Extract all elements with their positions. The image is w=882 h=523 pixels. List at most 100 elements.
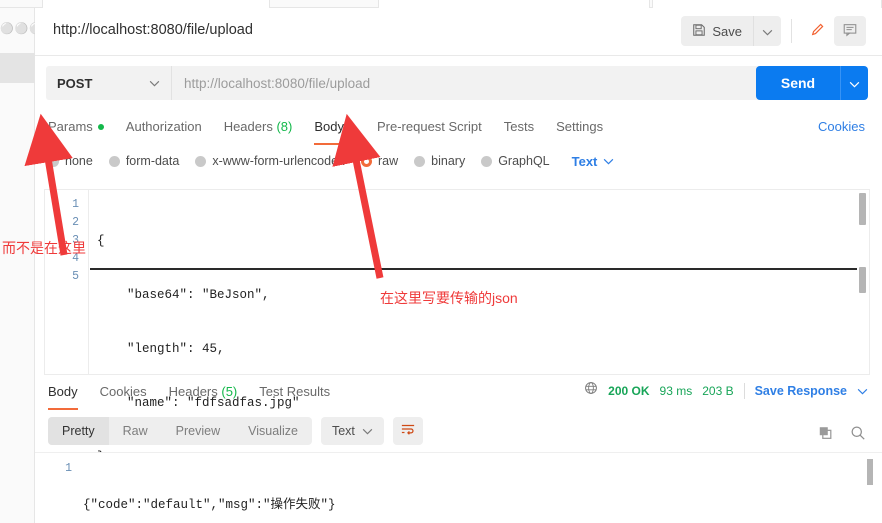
params-modified-dot	[97, 124, 104, 131]
body-type-row: none form-data x-www-form-urlencoded raw…	[35, 147, 882, 175]
postman-window: ⚪⚪⚪ http://localhost:8080/file/upload Sa…	[0, 0, 882, 523]
url-input[interactable]	[171, 66, 793, 100]
body-type-none-label: none	[65, 154, 93, 168]
more-horizontal-icon[interactable]: ⚪⚪⚪	[0, 24, 43, 35]
request-body-editor[interactable]: 1 2 3 4 5 { "base64": "BeJson", "length"…	[44, 189, 870, 464]
editor-scrollbar[interactable]	[858, 191, 868, 373]
copy-icon[interactable]	[818, 425, 834, 446]
url-bar: POST Send	[35, 56, 882, 110]
body-type-raw[interactable]: raw	[361, 154, 398, 168]
view-pretty[interactable]: Pretty	[48, 417, 109, 445]
response-tab-test-results[interactable]: Test Results	[259, 384, 330, 401]
body-type-binary[interactable]: binary	[414, 154, 465, 168]
search-icon[interactable]	[850, 425, 866, 446]
response-size: 203 B	[702, 383, 734, 398]
response-scroll-thumb[interactable]	[867, 459, 873, 485]
view-raw[interactable]: Raw	[109, 417, 162, 445]
chevron-down-icon	[762, 24, 773, 39]
save-button[interactable]: Save	[681, 16, 753, 46]
tab-body-label: Body	[314, 118, 344, 134]
tab-params-label: Params	[48, 118, 93, 134]
body-type-none[interactable]: none	[48, 154, 93, 168]
tab-settings[interactable]: Settings	[556, 119, 603, 136]
method-select[interactable]: POST	[46, 66, 171, 100]
tab-strip	[0, 0, 882, 8]
response-gutter: 1	[35, 453, 83, 523]
tab-params[interactable]: Params	[48, 119, 104, 136]
response-status: 200 OK	[608, 383, 650, 398]
radio-icon	[48, 155, 59, 167]
tab-pre-request-script-label: Pre-request Script	[376, 118, 482, 134]
body-type-form-data[interactable]: form-data	[108, 154, 180, 168]
body-format-select[interactable]: Text	[572, 152, 615, 170]
chevron-down-icon[interactable]	[857, 382, 868, 400]
tab-authorization[interactable]: Authorization	[126, 119, 202, 136]
editor-scroll-thumb[interactable]	[859, 267, 866, 293]
send-options-button[interactable]	[840, 66, 868, 100]
view-preview[interactable]: Preview	[162, 417, 234, 445]
word-wrap-icon	[400, 422, 416, 441]
response-tab-test-results-label: Test Results	[259, 383, 331, 399]
rail-selected-block[interactable]	[0, 53, 35, 83]
body-type-graphql[interactable]: GraphQL	[481, 154, 550, 168]
response-code: {"code":"default","msg":"操作失败"}	[83, 453, 862, 523]
tab-body[interactable]: Body	[314, 118, 355, 145]
response-tab-cookies[interactable]: Cookies	[100, 384, 147, 401]
save-options-button[interactable]	[753, 16, 781, 46]
response-format-select[interactable]: Text	[320, 417, 384, 445]
line-number: 1	[65, 462, 72, 475]
window-tab-3[interactable]	[652, 0, 882, 8]
code-line: {	[97, 234, 105, 248]
editor-code[interactable]: { "base64": "BeJson", "length": 45, "nam…	[90, 190, 853, 464]
annotation-center: 在这里写要传输的json	[380, 290, 518, 306]
method-label: POST	[57, 75, 93, 91]
tab-headers-count: (8)	[276, 118, 293, 134]
pencil-icon	[810, 22, 826, 41]
editor-scroll-thumb-top[interactable]	[859, 193, 866, 225]
radio-icon	[195, 155, 207, 167]
annotation-left: 而不是在这里	[2, 240, 86, 256]
window-tab-1[interactable]	[42, 0, 270, 8]
body-format-label: Text	[571, 153, 598, 169]
tab-headers-label: Headers	[223, 118, 273, 134]
save-group: Save	[681, 16, 781, 46]
editor-caret-row	[90, 268, 857, 270]
view-visualize[interactable]: Visualize	[234, 417, 312, 445]
save-label: Save	[712, 23, 742, 39]
header-divider	[791, 19, 792, 43]
line-number: 1	[72, 198, 79, 211]
chevron-down-icon	[149, 74, 160, 92]
save-response-button[interactable]: Save Response	[755, 384, 847, 398]
comment-button[interactable]	[834, 16, 866, 46]
radio-icon	[108, 155, 120, 167]
tab-tests[interactable]: Tests	[504, 119, 534, 136]
body-modified-dot	[348, 124, 355, 131]
edit-button[interactable]	[802, 16, 834, 46]
header-actions: Save	[681, 16, 866, 46]
send-button[interactable]: Send	[756, 66, 840, 100]
response-tab-headers[interactable]: Headers (5)	[169, 384, 238, 401]
response-tab-headers-label: Headers	[168, 383, 218, 399]
window-tab-2[interactable]	[378, 0, 650, 8]
request-title: http://localhost:8080/file/upload	[53, 22, 253, 38]
response-toolbar: Pretty Raw Preview Visualize Text	[35, 412, 882, 450]
response-time: 93 ms	[659, 383, 693, 398]
request-tabs: Params Authorization Headers (8) Body Pr…	[35, 110, 882, 145]
line-number: 2	[72, 216, 79, 229]
cookies-link[interactable]: Cookies	[818, 119, 865, 134]
chevron-down-icon	[362, 422, 373, 440]
body-type-form-data-label: form-data	[125, 154, 180, 168]
globe-icon	[584, 381, 598, 400]
response-tab-body[interactable]: Body	[48, 384, 78, 410]
response-format-label: Text	[331, 424, 355, 438]
tab-pre-request-script[interactable]: Pre-request Script	[377, 119, 482, 136]
word-wrap-button[interactable]	[392, 417, 423, 445]
code-line: {"code":"default","msg":"操作失败"}	[83, 498, 336, 512]
body-type-raw-label: raw	[378, 154, 399, 168]
response-tabs: Body Cookies Headers (5) Test Results 20…	[35, 376, 882, 410]
floppy-disk-icon	[692, 23, 706, 40]
body-type-urlencoded[interactable]: x-www-form-urlencoded	[195, 154, 345, 168]
tab-headers[interactable]: Headers (8)	[224, 119, 293, 136]
chevron-down-icon	[603, 152, 614, 170]
response-body-editor[interactable]: 1 {"code":"default","msg":"操作失败"}	[35, 452, 882, 523]
